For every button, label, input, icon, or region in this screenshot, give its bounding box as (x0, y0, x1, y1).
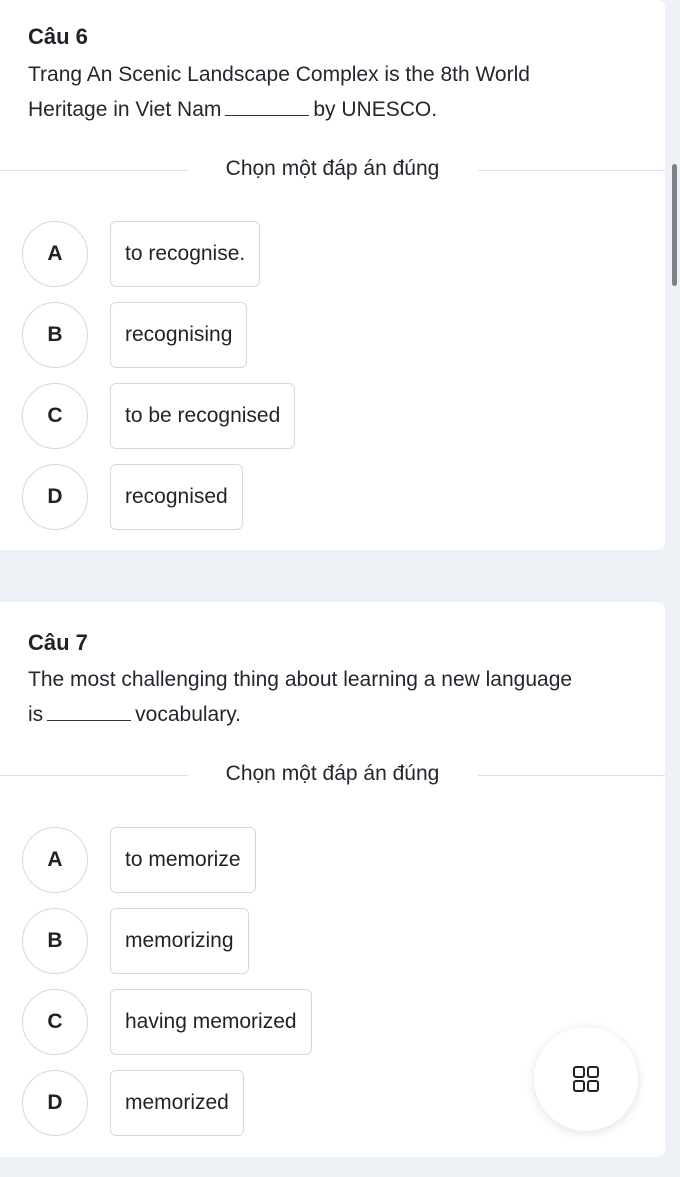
question-line-1: Trang An Scenic Landscape Complex is the… (28, 63, 530, 86)
option-answer-box[interactable]: to be recognised (110, 383, 296, 449)
option-letter: D (22, 464, 88, 530)
question-line-2-before: Heritage in Viet Nam (28, 98, 222, 121)
option-letter: C (22, 383, 88, 449)
question-line-2: Heritage in Viet Nam by UNESCO. (28, 92, 648, 127)
question-number: Câu 7 (28, 630, 88, 655)
instruction-label: Chọn một đáp án đúng (225, 157, 440, 180)
option-letter: B (22, 302, 88, 368)
option-answer-box[interactable]: to recognise. (110, 221, 261, 287)
question-line-1: The most challenging thing about learnin… (28, 668, 573, 691)
option-answer-box[interactable]: to memorize (110, 827, 256, 893)
question-grid-button[interactable] (534, 1027, 638, 1131)
option-answer-box[interactable]: recognised (110, 464, 243, 530)
option-letter: B (22, 908, 88, 974)
question-card-6: Câu 6 Trang An Scenic Landscape Complex … (0, 0, 665, 550)
option-letter: A (22, 221, 88, 287)
scrollbar-thumb[interactable] (672, 164, 677, 286)
option-letter: D (22, 1070, 88, 1136)
grid-icon (573, 1066, 599, 1092)
instruction-divider: Chọn một đáp án đúng (0, 760, 665, 790)
option-letter: C (22, 989, 88, 1055)
instruction-divider: Chọn một đáp án đúng (0, 155, 665, 185)
option-answer-box[interactable]: having memorized (110, 989, 312, 1055)
question-text: Trang An Scenic Landscape Complex is the… (28, 57, 648, 127)
question-line-2-before: is (28, 703, 44, 726)
option-answer-box[interactable]: memorized (110, 1070, 244, 1136)
option-answer-box[interactable]: memorizing (110, 908, 249, 974)
question-number: Câu 6 (28, 24, 88, 49)
instruction-label: Chọn một đáp án đúng (225, 762, 440, 785)
answer-blank (47, 702, 132, 721)
question-text: The most challenging thing about learnin… (28, 662, 648, 732)
answer-blank (225, 97, 310, 116)
option-letter: A (22, 827, 88, 893)
question-line-2: is vocabulary. (28, 697, 648, 732)
option-answer-box[interactable]: recognising (110, 302, 248, 368)
question-line-2-after: by UNESCO. (313, 98, 438, 121)
question-line-2-after: vocabulary. (135, 703, 242, 726)
